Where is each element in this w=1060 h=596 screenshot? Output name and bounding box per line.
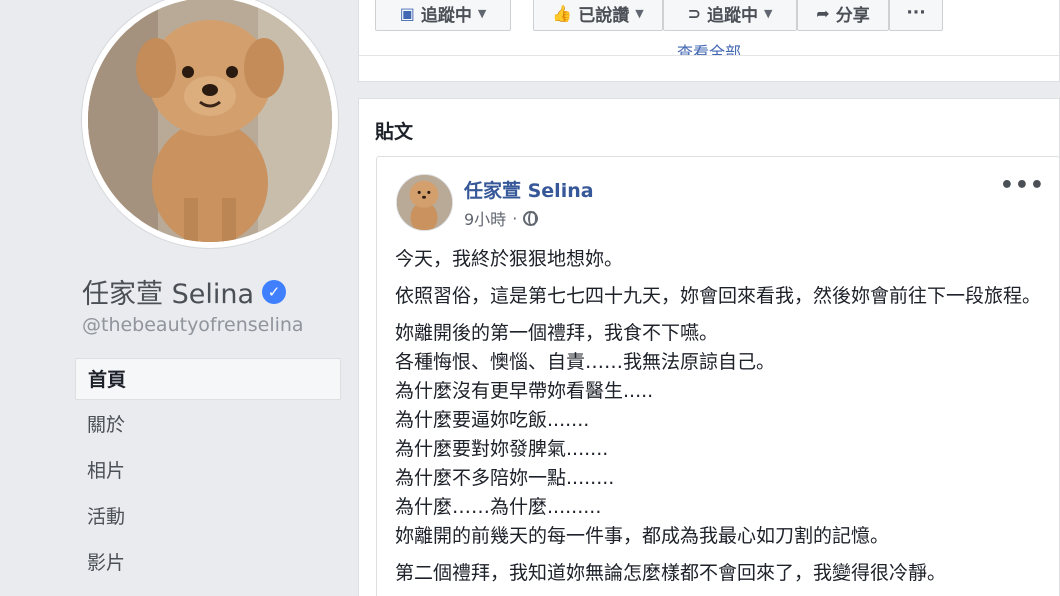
post-line: 妳離開的前幾天的每一件事，都成為我最心如刀割的記憶。 xyxy=(395,525,890,547)
profile-name[interactable]: 任家萱 Selina ✓ xyxy=(82,272,286,311)
rss-icon: ⊃ xyxy=(687,3,701,23)
chevron-down-icon: ▼ xyxy=(635,6,644,20)
sidebar-item-about[interactable]: 關於 xyxy=(75,404,341,446)
more-dots-icon: ··· xyxy=(906,3,926,23)
post-body: 今天，我終於狠狠地想妳。 依照習俗，這是第七七四十九天，妳會回來看我，然後妳會前… xyxy=(395,245,1047,588)
follow-button[interactable]: ⊃ 追蹤中 ▼ xyxy=(663,0,797,31)
post-line: 為什麼要對妳發脾氣....... xyxy=(395,438,609,460)
post-line: 第二個禮拜，我知道妳無論怎麼樣都不會回來了，我變得很冷靜。 xyxy=(395,562,947,584)
page-actions-card: ▣ 追蹤中 ▼ 👍 已說讚 ▼ ⊃ 追蹤中 ▼ ➦ 分享 ··· 查看全部 xyxy=(358,0,1060,82)
sidebar-item-photos[interactable]: 相片 xyxy=(75,450,341,492)
sidebar-item-videos[interactable]: 影片 xyxy=(75,542,341,584)
more-options-button[interactable]: ··· xyxy=(889,0,943,31)
liked-button[interactable]: 👍 已說讚 ▼ xyxy=(533,0,663,31)
thumbs-up-icon: 👍 xyxy=(552,3,573,23)
divider xyxy=(359,55,1059,56)
chevron-down-icon: ▼ xyxy=(477,6,487,20)
follow-icon: ▣ xyxy=(399,3,415,23)
post-timestamp[interactable]: 9小時 xyxy=(464,206,506,230)
post-line: 為什麼沒有更早帶妳看醫生..... xyxy=(395,380,654,402)
posts-heading: 貼文 xyxy=(375,121,414,143)
see-all-link[interactable]: 查看全部 xyxy=(359,41,1059,55)
post-line: 各種悔恨、懊惱、自責……我無法原諒自己。 xyxy=(395,351,776,373)
post-line: 為什麼不多陪妳一點........ xyxy=(395,467,615,489)
post-lines: 妳離開後的第一個禮拜，我食不下嚥。 各種悔恨、懊惱、自責……我無法原諒自己。 為… xyxy=(395,319,1047,588)
sidebar-item-home[interactable]: 首頁 xyxy=(75,358,341,400)
share-label: 分享 xyxy=(835,5,870,26)
profile-name-text: 任家萱 Selina xyxy=(82,279,254,310)
follow-label: 追蹤中 xyxy=(420,5,472,26)
chevron-down-icon: ▼ xyxy=(763,6,773,20)
profile-handle: @thebeautyofrenselina xyxy=(82,314,304,336)
post-options-button[interactable]: ••• xyxy=(1000,173,1045,198)
post-line: 妳離開後的第一個禮拜，我食不下嚥。 xyxy=(395,322,719,344)
profile-picture[interactable] xyxy=(82,0,338,248)
verified-badge-icon: ✓ xyxy=(262,279,286,304)
post-meta: 9小時 · xyxy=(464,206,539,230)
follow-dropdown-button[interactable]: ▣ 追蹤中 ▼ xyxy=(375,0,511,31)
posts-section: 貼文 任家萱 Selina 9小時 · ••• 今天，我終於狠狠地想妳。 依照習… xyxy=(358,98,1060,596)
sidebar-item-events[interactable]: 活動 xyxy=(75,496,341,538)
liked-label: 已說讚 xyxy=(578,5,630,26)
globe-icon xyxy=(523,210,539,226)
post-author-avatar[interactable] xyxy=(396,174,453,231)
post-paragraph: 今天，我終於狠狠地想妳。 xyxy=(395,248,624,270)
share-arrow-icon: ➦ xyxy=(816,3,830,23)
post-author-name[interactable]: 任家萱 Selina xyxy=(464,176,594,203)
share-button[interactable]: ➦ 分享 xyxy=(797,0,889,31)
sidebar-nav: 首頁 關於 相片 活動 影片 xyxy=(75,358,341,588)
profile-photo-dog xyxy=(88,0,332,242)
post-line: 為什麼要逼妳吃飯....... xyxy=(395,409,590,431)
meta-separator: · xyxy=(512,208,518,228)
post-paragraph: 依照習俗，這是第七七四十九天，妳會回來看我，然後妳會前往下一段旅程。 xyxy=(395,285,1042,307)
post-line: 為什麼……為什麼......... xyxy=(395,496,602,518)
post-item: 任家萱 Selina 9小時 · ••• 今天，我終於狠狠地想妳。 依照習俗，這… xyxy=(376,156,1060,596)
follow-label-2: 追蹤中 xyxy=(706,5,758,26)
